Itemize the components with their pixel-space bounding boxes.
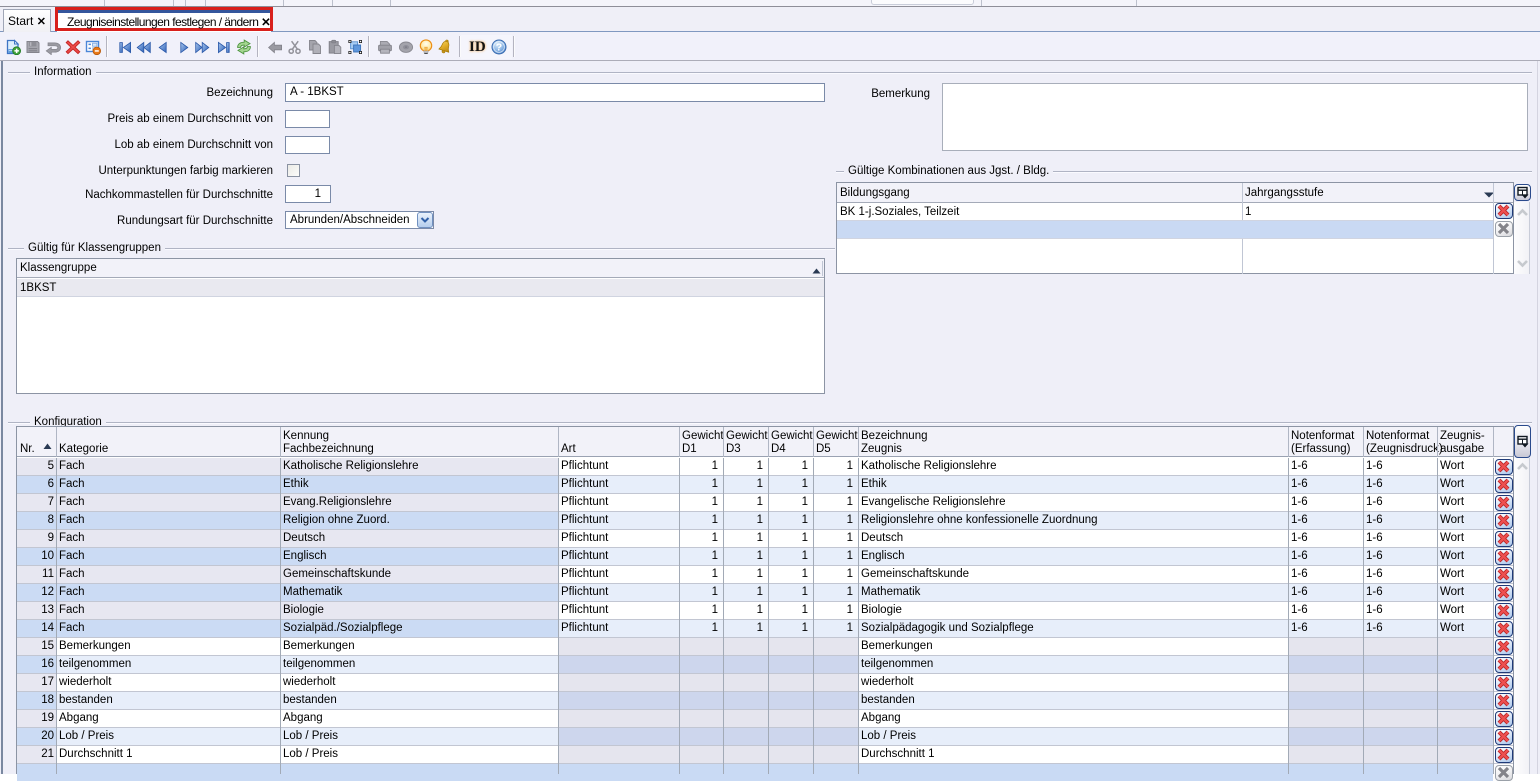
svg-text:?: ?	[496, 42, 502, 54]
